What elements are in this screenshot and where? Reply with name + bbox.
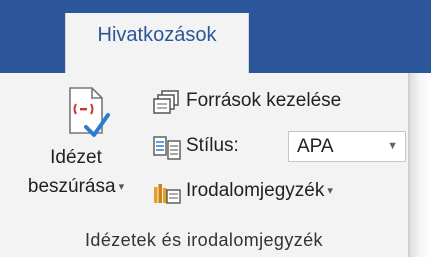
insert-citation-label-line1: Idézet [50,147,102,168]
insert-citation-button[interactable]: Idézet beszúrása ▾ [2,81,150,229]
manage-sources-label: Források kezelése [186,90,342,111]
tab-references[interactable]: Hivatkozások [65,13,249,73]
style-row: Stílus: APA ▼ [152,131,412,163]
manage-sources-icon [153,90,179,114]
style-icon [153,136,181,160]
insert-citation-label-line2: beszúrása ▾ [2,176,150,198]
style-select[interactable]: APA ▼ [288,131,406,162]
manage-sources-button[interactable]: Források kezelése [152,86,412,118]
references-ribbon: Hivatkozások Idézet beszúrása ▾ Források… [0,0,431,257]
style-dropdown-arrow-icon[interactable]: ▼ [387,140,398,152]
bibliography-icon [154,184,181,204]
dropdown-arrow-icon: ▾ [118,181,125,193]
bibliography-button[interactable]: Irodalomjegyzék ▾ [152,176,412,208]
group-label: Idézetek és irodalomjegyzék [85,230,323,250]
style-select-value: APA [297,136,334,157]
dropdown-arrow-icon: ▾ [327,185,333,197]
insert-citation-icon [69,87,110,137]
style-label: Stílus: [186,135,239,156]
bibliography-label: Irodalomjegyzék ▾ [186,180,333,202]
insert-citation-label-text: beszúrása [27,176,116,197]
bibliography-label-text: Irodalomjegyzék [186,180,325,201]
citations-bibliography-group: Idézet beszúrása ▾ Források kezelése Stí… [0,73,408,257]
tab-references-label: Hivatkozások [97,24,217,46]
